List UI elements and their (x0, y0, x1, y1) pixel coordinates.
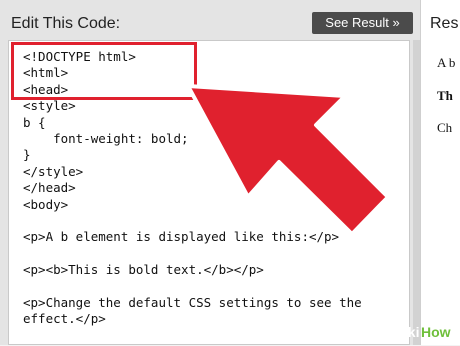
svg-text:How: How (421, 324, 451, 340)
svg-text:wiki: wiki (393, 324, 419, 340)
wikihow-logo: wiki How (392, 323, 453, 341)
arrow-icon (186, 84, 390, 236)
